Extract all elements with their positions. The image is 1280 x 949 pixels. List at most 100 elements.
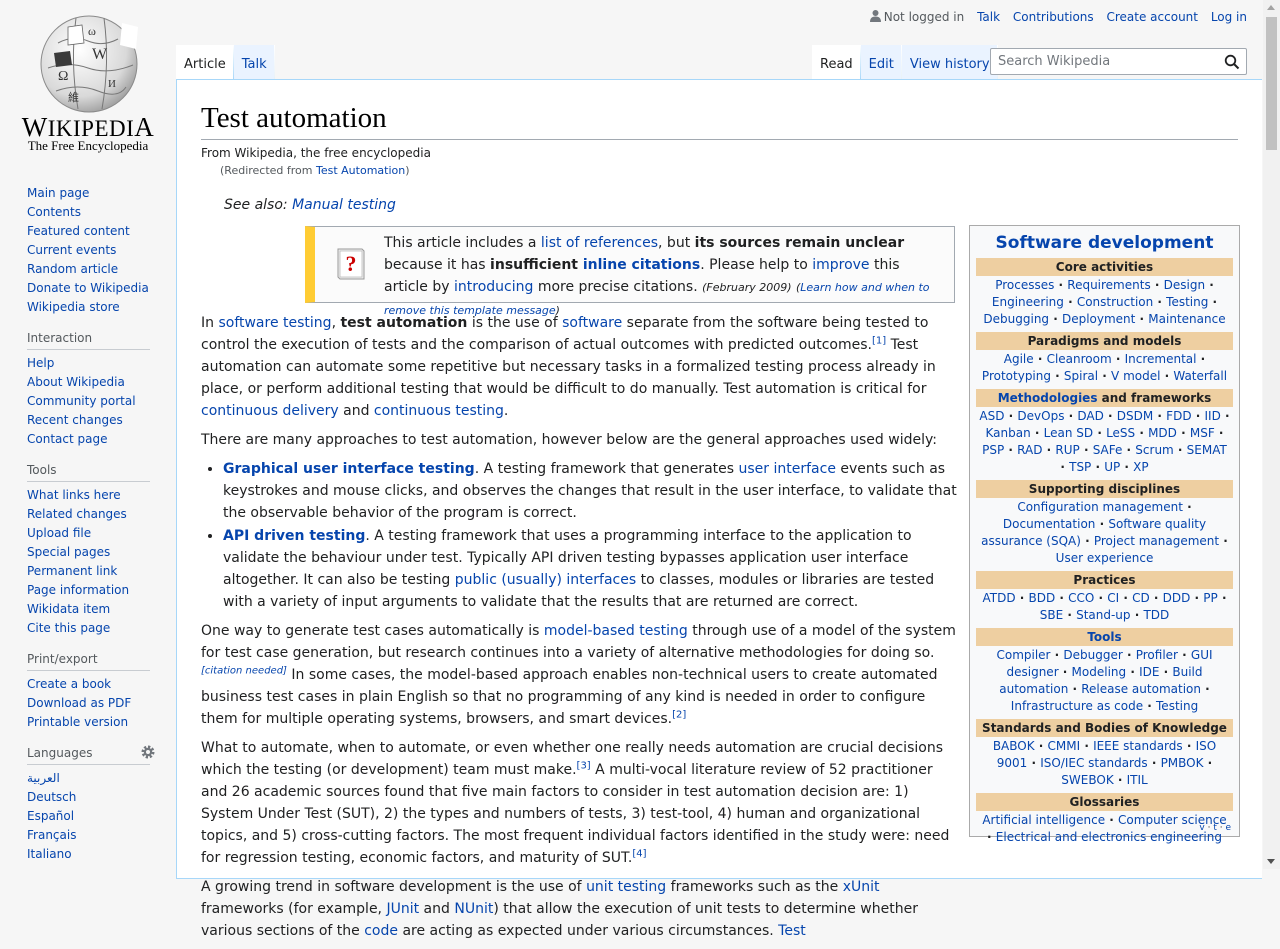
navbox-item[interactable]: Modeling [1072,665,1127,679]
navbox-item[interactable]: MDD [1148,426,1177,440]
talk-link[interactable]: Talk [977,10,1000,24]
navbox-item[interactable]: PP [1203,591,1217,605]
navbox-item[interactable]: MSF [1190,426,1215,440]
navbox-item[interactable]: Lean SD [1044,426,1094,440]
search-input[interactable] [991,49,1211,74]
navbox-item[interactable]: PSP [982,443,1004,457]
navbox-title[interactable]: Software development [976,231,1233,255]
tab-read[interactable]: Read [812,45,861,80]
navbox-item[interactable]: Requirements [1067,278,1150,292]
language-link-espa-ol[interactable]: Español [27,807,150,826]
reference-2[interactable]: [2] [672,709,686,720]
navbox-header-link[interactable]: Methodologies [998,391,1098,405]
sidebar-item-page-information[interactable]: Page information [27,581,150,600]
navbox-item[interactable]: Release automation [1081,682,1201,696]
navbox-item[interactable]: LeSS [1106,426,1135,440]
navbox-item[interactable]: Processes [995,278,1054,292]
navbox-item[interactable]: DAD [1077,409,1103,423]
navbox-item[interactable]: Cleanroom [1047,352,1112,366]
navbox-item[interactable]: DevOps [1017,409,1064,423]
sidebar-item-contents[interactable]: Contents [27,203,150,222]
list-of-references-link[interactable]: list of references [541,235,658,251]
navbox-item[interactable]: SEMAT [1187,443,1227,457]
navbox-item[interactable]: Engineering [992,295,1064,309]
navbox-item[interactable]: RUP [1055,443,1079,457]
redirect-link[interactable]: Test Automation [316,164,405,177]
sidebar-item-wikidata-item[interactable]: Wikidata item [27,600,150,619]
inline-citations-link[interactable]: inline citations [583,257,700,273]
language-link-italiano[interactable]: Italiano [27,845,150,864]
sidebar-item-wikipedia-store[interactable]: Wikipedia store [27,298,150,317]
code-link[interactable]: code [364,923,398,939]
navbox-item[interactable]: Electrical and electronics engineering [996,830,1222,844]
log-in-link[interactable]: Log in [1211,10,1247,24]
navbox-item[interactable]: Testing [1156,699,1198,713]
scrollbar-thumb[interactable] [1266,17,1277,150]
navbox-item[interactable]: Profiler [1136,648,1178,662]
gear-icon[interactable] [140,744,156,760]
navbox-item[interactable]: Spiral [1064,369,1098,383]
test-link[interactable]: Test [778,923,806,939]
nunit-link[interactable]: NUnit [454,901,493,917]
navbox-item[interactable]: Construction [1077,295,1153,309]
api-testing-link[interactable]: API driven testing [223,528,365,544]
navbox-item[interactable]: Maintenance [1148,312,1225,326]
navbox-item[interactable]: SWEBOK [1061,773,1113,787]
sidebar-item-donate-to-wikipedia[interactable]: Donate to Wikipedia [27,279,150,298]
sidebar-item-about-wikipedia[interactable]: About Wikipedia [27,373,150,392]
scroll-down-arrow-icon[interactable] [1267,859,1275,864]
view-template-link[interactable]: v [1199,823,1204,833]
navbox-item[interactable]: UP [1104,460,1120,474]
sidebar-item-cite-this-page[interactable]: Cite this page [27,619,150,638]
navbox-item[interactable]: IDE [1139,665,1159,679]
sidebar-item-contact-page[interactable]: Contact page [27,430,150,449]
reference-1[interactable]: [1] [872,335,886,346]
create-account-link[interactable]: Create account [1106,10,1198,24]
navbox-header-link[interactable]: Tools [1087,630,1121,644]
tab-talk[interactable]: Talk [233,45,275,80]
navbox-item[interactable]: Compiler [996,648,1050,662]
sidebar-item-current-events[interactable]: Current events [27,241,150,260]
navbox-item[interactable]: Documentation [1003,517,1096,531]
continuous-testing-link[interactable]: continuous testing [374,403,504,419]
tab-edit[interactable]: Edit [860,45,902,80]
navbox-item[interactable]: IID [1204,409,1220,423]
language-link-deutsch[interactable]: Deutsch [27,788,150,807]
navbox-item[interactable]: ISO/IEC standards [1040,756,1147,770]
navbox-item[interactable]: Agile [1004,352,1034,366]
navbox-item[interactable]: ITIL [1127,773,1148,787]
wikipedia-logo[interactable]: Ω W ω 維 И WIKIPEDIA The Free Encyclopedi… [0,0,176,160]
navbox-item[interactable]: CI [1107,591,1119,605]
search-icon[interactable] [1224,54,1240,70]
talk-template-link[interactable]: t [1213,823,1217,833]
navbox-item[interactable]: BABOK [993,739,1035,753]
tab-view-history[interactable]: View history [901,45,998,80]
citation-needed[interactable]: [citation needed] [201,665,287,676]
reference-4[interactable]: [4] [632,848,646,859]
model-based-testing-link[interactable]: model-based testing [544,623,688,639]
continuous-delivery-link[interactable]: continuous delivery [201,403,339,419]
sidebar-item-featured-content[interactable]: Featured content [27,222,150,241]
software-testing-link[interactable]: software testing [218,315,331,331]
navbox-item[interactable]: CMMI [1048,739,1081,753]
navbox-item[interactable]: Configuration management [1017,500,1183,514]
reference-3[interactable]: [3] [577,760,591,771]
navbox-item[interactable]: Testing [1166,295,1208,309]
navbox-item[interactable]: TSP [1069,460,1091,474]
navbox-item[interactable]: BDD [1028,591,1055,605]
gui-testing-link[interactable]: Graphical user interface testing [223,461,475,477]
sidebar-item-permanent-link[interactable]: Permanent link [27,562,150,581]
language-link-0[interactable]: العربية [27,769,150,788]
navbox-item[interactable]: TDD [1143,608,1169,622]
navbox-item[interactable]: Stand-up [1076,608,1130,622]
navbox-item[interactable]: Debugger [1063,648,1122,662]
navbox-item[interactable]: DSDM [1117,409,1153,423]
navbox-item[interactable]: Project management [1094,534,1219,548]
junit-link[interactable]: JUnit [386,901,419,917]
navbox-item[interactable]: Artificial intelligence [982,813,1105,827]
navbox-item[interactable]: XP [1133,460,1148,474]
improve-link[interactable]: improve [812,257,869,273]
sidebar-item-help[interactable]: Help [27,354,150,373]
navbox-item[interactable]: PMBOK [1161,756,1204,770]
navbox-item[interactable]: SAFe [1093,443,1123,457]
